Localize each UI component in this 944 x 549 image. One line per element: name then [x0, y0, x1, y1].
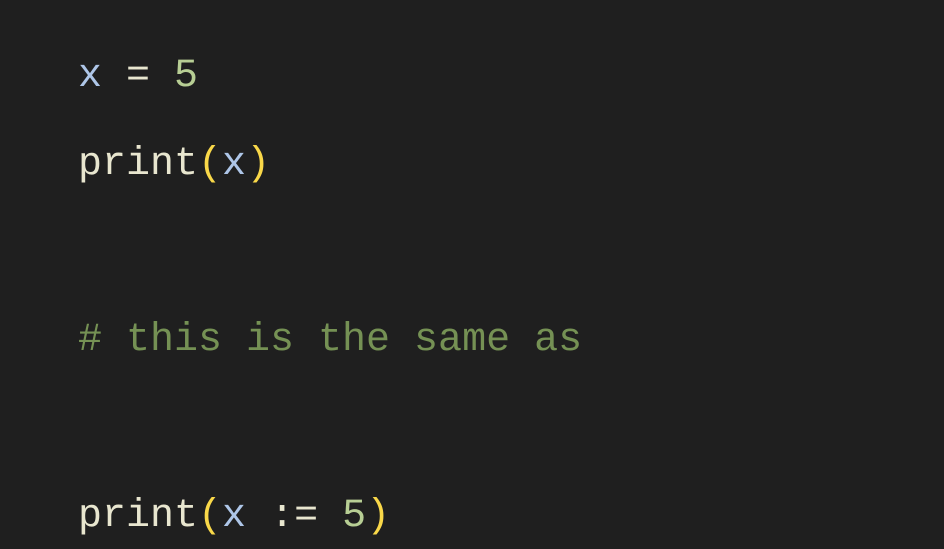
paren-open: ( [198, 142, 222, 187]
code-line-4: print(x := 5) [78, 485, 944, 549]
operator-walrus: := [246, 494, 342, 539]
comment-text: # this is the same as [78, 318, 582, 363]
code-line-1: x = 5 [78, 45, 944, 109]
code-line-2: print(x) [78, 133, 944, 197]
function-print: print [78, 142, 198, 187]
operator-assign: = [102, 54, 174, 99]
function-print: print [78, 494, 198, 539]
paren-close: ) [366, 494, 390, 539]
code-line-blank-1 [78, 221, 944, 285]
variable-x: x [222, 142, 246, 187]
paren-close: ) [246, 142, 270, 187]
number-literal: 5 [342, 494, 366, 539]
variable-x: x [78, 54, 102, 99]
code-line-blank-2 [78, 397, 944, 461]
paren-open: ( [198, 494, 222, 539]
variable-x: x [222, 494, 246, 539]
code-line-3: # this is the same as [78, 309, 944, 373]
number-literal: 5 [174, 54, 198, 99]
